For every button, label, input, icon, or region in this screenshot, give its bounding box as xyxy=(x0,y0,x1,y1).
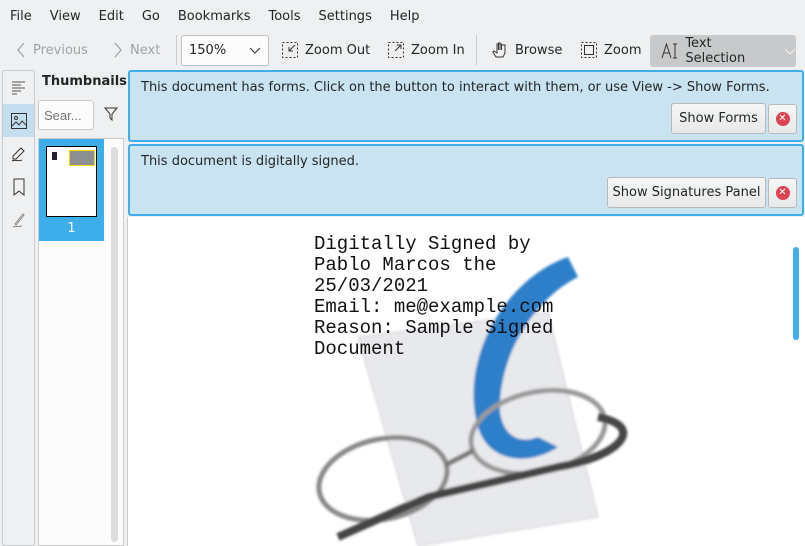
signature-line: 25/03/2021 xyxy=(314,275,429,297)
hand-icon xyxy=(492,42,506,58)
bookmark-icon xyxy=(13,178,24,196)
chevron-down-icon[interactable] xyxy=(783,44,796,58)
close-forms-banner-button[interactable]: ✕ xyxy=(768,104,797,134)
filter-icon[interactable] xyxy=(104,107,118,121)
tab-bookmarks[interactable] xyxy=(3,170,34,203)
menu-bookmarks[interactable]: Bookmarks xyxy=(169,9,260,24)
zoom-in-button[interactable]: Zoom In xyxy=(387,32,465,68)
thumbnail-page-number: 1 xyxy=(67,221,76,236)
signature-text: Digitally Signed by Pablo Marcos the 25/03… xyxy=(314,234,553,360)
toolbar: Previous Next 150% Zoom Out Zoom In Brow… xyxy=(0,32,805,68)
thumbnail-list: 1 xyxy=(38,138,124,546)
document-scrollbar[interactable] xyxy=(793,247,799,340)
thumbnails-scrollbar[interactable] xyxy=(111,147,118,542)
menu-bar: File View Edit Go Bookmarks Tools Settin… xyxy=(0,0,805,32)
next-button[interactable]: Next xyxy=(112,32,160,68)
zoom-out-button[interactable]: Zoom Out xyxy=(281,32,370,68)
signature-line: Digitally Signed by xyxy=(314,233,531,255)
signatures-icon xyxy=(12,212,25,227)
zoom-rect-icon xyxy=(581,42,597,58)
zoom-out-icon xyxy=(282,42,298,58)
signed-message: This document is digitally signed. xyxy=(141,154,360,169)
tab-annotations[interactable] xyxy=(3,137,34,170)
thumbnails-title: Thumbnails xyxy=(42,74,127,89)
thumbnail-page[interactable]: 1 xyxy=(39,139,104,241)
thumbnails-panel: Thumbnails 1 xyxy=(36,70,127,546)
signature-line: Pablo Marcos the xyxy=(314,254,497,276)
tab-contents[interactable] xyxy=(3,71,34,104)
forms-message: This document has forms. Click on the bu… xyxy=(141,80,770,95)
menu-settings[interactable]: Settings xyxy=(310,9,381,24)
menu-file[interactable]: File xyxy=(1,9,41,24)
signature-line: Reason: Sample Signed xyxy=(314,317,554,339)
previous-button[interactable]: Previous xyxy=(15,32,88,68)
signature-line: Document xyxy=(314,338,406,360)
zoom-in-icon xyxy=(388,42,404,58)
show-signatures-panel-button[interactable]: Show Signatures Panel xyxy=(607,177,766,208)
separator xyxy=(476,35,477,65)
text-selection-button[interactable]: Text Selection xyxy=(650,35,796,67)
show-forms-button[interactable]: Show Forms xyxy=(671,103,766,134)
menu-view[interactable]: View xyxy=(41,9,90,24)
signature-line: Email: me@example.com xyxy=(314,296,554,318)
close-icon: ✕ xyxy=(775,112,790,126)
signature-field xyxy=(69,150,95,166)
menu-help[interactable]: Help xyxy=(381,9,429,24)
chevron-right-icon xyxy=(114,42,122,58)
chevron-left-icon xyxy=(17,42,25,58)
close-icon: ✕ xyxy=(775,186,790,200)
text-cursor-icon xyxy=(661,42,677,59)
thumbnails-search-input[interactable] xyxy=(38,100,94,130)
browse-button[interactable]: Browse xyxy=(491,32,562,68)
table-of-contents-icon xyxy=(11,81,25,94)
signature-banner: This document is digitally signed. Show … xyxy=(128,144,804,216)
tab-thumbnails[interactable] xyxy=(3,104,34,137)
separator xyxy=(176,35,177,65)
zoom-combo[interactable]: 150% xyxy=(181,35,269,66)
menu-tools[interactable]: Tools xyxy=(259,9,309,24)
sidebar-tabs xyxy=(2,70,35,546)
annotations-icon xyxy=(11,146,25,161)
thumbnail-image xyxy=(46,146,97,217)
document-view[interactable]: Digitally Signed by Pablo Marcos the 25/03… xyxy=(127,217,805,546)
thumbnails-icon xyxy=(10,112,27,129)
tab-signatures[interactable] xyxy=(3,203,34,236)
chevron-down-icon xyxy=(249,47,261,54)
forms-banner: This document has forms. Click on the bu… xyxy=(128,70,804,142)
zoom-tool-button[interactable]: Zoom xyxy=(580,32,641,68)
person-icon xyxy=(52,152,57,160)
menu-edit[interactable]: Edit xyxy=(90,9,133,24)
close-signature-banner-button[interactable]: ✕ xyxy=(768,178,797,208)
menu-go[interactable]: Go xyxy=(133,9,169,24)
